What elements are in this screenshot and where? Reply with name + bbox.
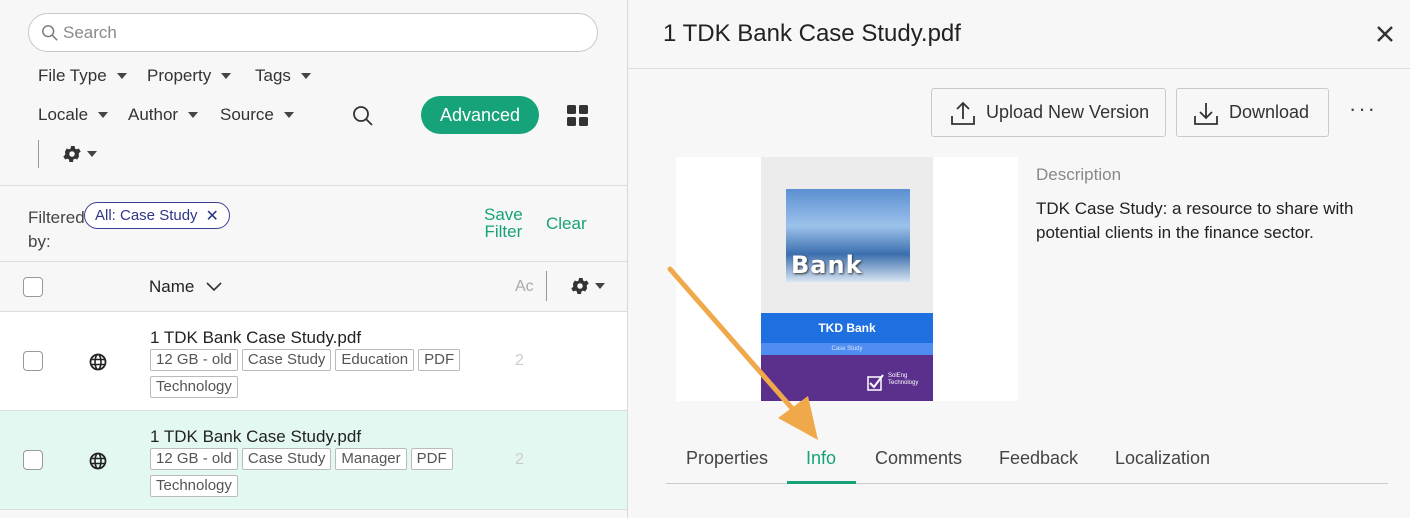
tab-feedback[interactable]: Feedback xyxy=(999,448,1078,469)
detail-title: 1 TDK Bank Case Study.pdf xyxy=(663,20,961,47)
name-column-header[interactable]: Name xyxy=(149,277,222,297)
tag: Case Study xyxy=(241,349,332,371)
description-label: Description xyxy=(1036,165,1122,184)
document-preview[interactable]: Bank TKD Bank Case Study SolEng Technolo… xyxy=(676,157,1018,401)
thumbnail-subtitle: Case Study xyxy=(761,343,933,355)
tag-list: 12 GB - old Case Study Education PDF Technol… xyxy=(150,349,490,403)
thumbnail-title: TKD Bank xyxy=(761,313,933,343)
tab-comments[interactable]: Comments xyxy=(875,448,962,469)
source-dropdown[interactable]: Source xyxy=(220,105,294,125)
truncated-cell: 2 xyxy=(515,451,524,468)
document-thumbnail: Bank TKD Bank Case Study SolEng Technolo… xyxy=(761,157,933,401)
grid-icon xyxy=(566,104,588,126)
file-type-dropdown[interactable]: File Type xyxy=(38,66,127,86)
row-checkbox[interactable] xyxy=(23,450,43,470)
author-label: Author xyxy=(128,105,179,124)
asset-name[interactable]: 1 TDK Bank Case Study.pdf xyxy=(150,427,361,447)
tag: 12 GB - old xyxy=(150,349,238,371)
file-type-label: File Type xyxy=(38,66,107,85)
column-settings-dropdown[interactable] xyxy=(565,275,609,297)
tag: 12 GB - old xyxy=(150,448,238,470)
tags-label: Tags xyxy=(255,66,291,85)
table-row[interactable]: 1 TDK Bank Case Study.pdf 12 GB - old Cas… xyxy=(0,411,627,510)
divider xyxy=(38,140,39,168)
chevron-down-icon xyxy=(283,112,294,118)
tag: Manager xyxy=(335,448,407,470)
tab-localization[interactable]: Localization xyxy=(1115,448,1210,469)
source-label: Source xyxy=(220,105,274,124)
search-box[interactable] xyxy=(28,13,598,52)
tag-list: 12 GB - old Case Study Manager PDF Technolog… xyxy=(150,448,490,502)
search-icon xyxy=(353,106,373,126)
chevron-down-icon xyxy=(221,73,232,79)
more-options-icon[interactable]: ··· xyxy=(1349,96,1377,122)
photo-word: Bank xyxy=(791,251,863,279)
chevron-down-icon xyxy=(188,112,199,118)
gear-icon xyxy=(571,278,589,294)
chevron-down-icon xyxy=(206,282,222,292)
select-all-checkbox[interactable] xyxy=(23,277,43,297)
chevron-down-icon xyxy=(300,73,311,79)
gear-icon xyxy=(63,146,81,162)
row-checkbox[interactable] xyxy=(23,351,43,371)
active-filters-bar: Filtered by: All: Case Study ✕ Save Filt… xyxy=(0,185,627,262)
property-label: Property xyxy=(147,66,212,85)
upload-icon xyxy=(951,101,975,125)
chevron-down-icon xyxy=(116,73,127,79)
property-dropdown[interactable]: Property xyxy=(147,66,232,86)
logo: SolEng Technology xyxy=(867,373,927,395)
download-button[interactable]: Download xyxy=(1176,88,1329,137)
chevron-down-icon xyxy=(98,112,109,118)
advanced-button[interactable]: Advanced xyxy=(421,96,539,134)
globe-icon xyxy=(89,452,107,470)
truncated-cell: 2 xyxy=(515,352,524,369)
tag: PDF xyxy=(418,349,461,371)
filter-chip[interactable]: All: Case Study ✕ xyxy=(84,202,230,229)
tab-properties[interactable]: Properties xyxy=(686,448,768,469)
save-filter-link[interactable]: Save Filter xyxy=(484,206,523,240)
detail-tabs: Properties Info Comments Feedback Locali… xyxy=(666,432,1388,484)
filtered-by-label: Filtered by: xyxy=(28,208,85,251)
search-button[interactable] xyxy=(350,103,376,129)
asset-list-panel: File Type Property Tags Locale Author So… xyxy=(0,0,628,518)
filter-chip-label: All: Case Study xyxy=(95,207,198,224)
search-input[interactable] xyxy=(63,22,563,43)
divider xyxy=(546,271,547,301)
table-header: Name Ac xyxy=(0,262,627,312)
close-icon[interactable] xyxy=(1375,24,1395,44)
upload-new-version-button[interactable]: Upload New Version xyxy=(931,88,1166,137)
locale-label: Locale xyxy=(38,105,89,124)
tag: Technology xyxy=(150,376,238,398)
column-header-truncated: Ac xyxy=(515,278,534,295)
tag: Education xyxy=(335,349,415,371)
download-icon xyxy=(1194,102,1218,125)
chevron-down-icon xyxy=(87,151,97,157)
author-dropdown[interactable]: Author xyxy=(128,105,199,125)
save-filter-line1: Save xyxy=(484,205,523,224)
detail-header: 1 TDK Bank Case Study.pdf xyxy=(628,0,1410,69)
grid-view-button[interactable] xyxy=(566,104,588,126)
locale-dropdown[interactable]: Locale xyxy=(38,105,109,125)
active-tab-indicator xyxy=(787,481,856,484)
chevron-down-icon xyxy=(595,283,605,289)
clear-link[interactable]: Clear xyxy=(546,214,587,234)
tag: Technology xyxy=(150,475,238,497)
tags-dropdown[interactable]: Tags xyxy=(255,66,311,86)
description-text: TDK Case Study: a resource to share with… xyxy=(1036,199,1354,242)
asset-detail-panel: 1 TDK Bank Case Study.pdf Upload New Ver… xyxy=(628,0,1410,518)
globe-icon xyxy=(89,353,107,371)
tab-info[interactable]: Info xyxy=(806,448,836,469)
tag: Case Study xyxy=(241,448,332,470)
upload-label: Upload New Version xyxy=(986,102,1150,122)
name-column-label: Name xyxy=(149,277,195,296)
search-icon xyxy=(42,24,58,41)
save-filter-line2: Filter xyxy=(484,222,523,241)
download-label: Download xyxy=(1229,102,1310,122)
close-icon[interactable]: ✕ xyxy=(206,206,219,226)
asset-name[interactable]: 1 TDK Bank Case Study.pdf xyxy=(150,328,361,348)
tag: PDF xyxy=(410,448,453,470)
settings-dropdown[interactable] xyxy=(57,143,101,165)
table-row[interactable]: 1 TDK Bank Case Study.pdf 12 GB - old Cas… xyxy=(0,312,627,411)
